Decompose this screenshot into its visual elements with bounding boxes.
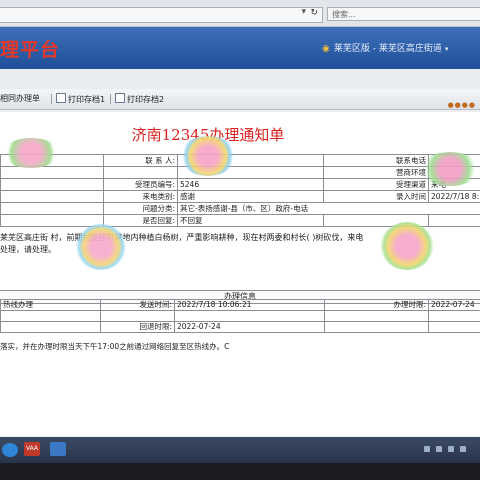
tab-divider [51,94,52,104]
search-input[interactable]: 搜索... [327,7,480,21]
table-row: 回退时限: 2022-07-24 [0,321,480,333]
caller-type-value: 感谢 [177,190,324,203]
table-row: 来电类别: 感谢 录入时间 2022/7/18 8: [0,190,480,203]
category-value: 其它-表扬感谢-县（市、区）政府-电话 [177,202,480,215]
dropdown-icon[interactable]: ▾ [301,7,306,17]
handle-time-label: 办理时限: [324,299,429,311]
return-time-value: 2022-07-24 [174,321,325,333]
accept-no-value: 5246 [177,178,324,191]
monitor-screen: ▾ ↻ 搜索... 理平台 ◉ 莱芜区版 - 莱芜区高庄街道 ▾ 相同办理单 打印存… [0,0,480,456]
tray-icon[interactable] [436,446,442,452]
user-area-label: 莱芜区版 - 莱芜区高庄街道 [333,44,442,54]
user-icon: ◉ [322,44,330,54]
tab-print-archive-1[interactable]: 打印存档1 [51,93,105,105]
browser-icon[interactable] [2,443,18,457]
handle-time-value: 2022-07-24 [428,299,480,311]
refresh-icon[interactable]: ↻ [310,8,318,18]
tab-label: 打印存档1 [68,95,106,104]
table-row: 营商环境 [0,166,480,179]
input-time-label: 录入时间 [323,190,429,203]
toolbar-strip [0,69,480,89]
address-bar[interactable]: ▾ ↻ [0,7,323,23]
table-row [0,310,480,322]
app-header: 理平台 ◉ 莱芜区版 - 莱芜区高庄街道 ▾ [0,27,480,69]
handling-remark: 落实，并在办理时限当天下午17:00之前通过网络回复至区热线办。C [0,342,230,351]
process-table: 热线办理 发送时间: 2022/7/18 10:06:21 办理时限: 2022… [0,299,480,333]
taskbar: VAA [0,437,480,463]
reply-label: 是否回复: [103,214,178,227]
tray-icon[interactable] [448,446,454,452]
table-row: 联 系 人: 联系电话 [0,154,480,167]
browser-toolbar: ▾ ↻ 搜索... [0,0,480,27]
table-row: 热线办理 发送时间: 2022/7/18 10:06:21 办理时限: 2022… [0,299,480,311]
caller-type-label: 来电类别: [103,190,178,203]
app-icon[interactable]: VAA [24,442,40,456]
print-icon [115,93,125,103]
user-area[interactable]: ◉ 莱芜区版 - 莱芜区高庄街道 ▾ [322,41,448,54]
tray-icon[interactable] [424,446,430,452]
accept-no-label: 受理员编号: [103,178,178,191]
table-row: 问题分类: 其它-表扬感谢-县（市、区）政府-电话 [0,202,480,215]
dept-value: 热线办理 [0,299,101,311]
platform-logo: 理平台 [0,39,61,61]
monitor-bezel [0,463,480,480]
category-label: 问题分类: [103,202,178,215]
tab-bar: 相同办理单 打印存档1 打印存档2 [0,89,480,110]
privacy-sticker [380,222,434,270]
reply-value: 不回复 [177,214,324,227]
send-time-value: 2022/7/18 10:06:21 [174,299,325,311]
tray-icon[interactable] [460,446,466,452]
tab-label: 打印存档2 [127,95,165,104]
window-icon[interactable] [50,442,66,456]
belong-label: 营商环境 [323,166,429,179]
channel-label: 受理渠道 [323,178,429,191]
return-time-label: 回退时限: [100,321,175,333]
input-time-value: 2022/7/18 8: [428,190,480,203]
privacy-sticker [180,136,236,176]
contact-phone-label: 联系电话 [323,154,429,167]
tab-divider [110,94,111,104]
tab-print-archive-2[interactable]: 打印存档2 [110,93,164,105]
contact-label: 联 系 人: [103,154,178,167]
window-controls[interactable]: ●●●● [448,101,476,109]
chevron-down-icon: ▾ [444,45,449,53]
privacy-sticker [420,152,480,186]
print-icon [56,93,66,103]
form-table: 联 系 人: 联系电话 营商环境 受理员编号: 5246 受理渠道 来电 来电类… [0,154,480,227]
send-time-label: 发送时间: [100,299,175,311]
tab-label: 相同办理单 [0,94,40,103]
privacy-sticker [76,224,126,270]
table-row: 受理员编号: 5246 受理渠道 来电 [0,178,480,191]
privacy-sticker [2,138,60,168]
notice-document: 济南12345办理通知单 联 系 人: 联系电话 营商环境 受理员编号: 524… [0,112,480,436]
tab-same-orders[interactable]: 相同办理单 [0,93,40,104]
